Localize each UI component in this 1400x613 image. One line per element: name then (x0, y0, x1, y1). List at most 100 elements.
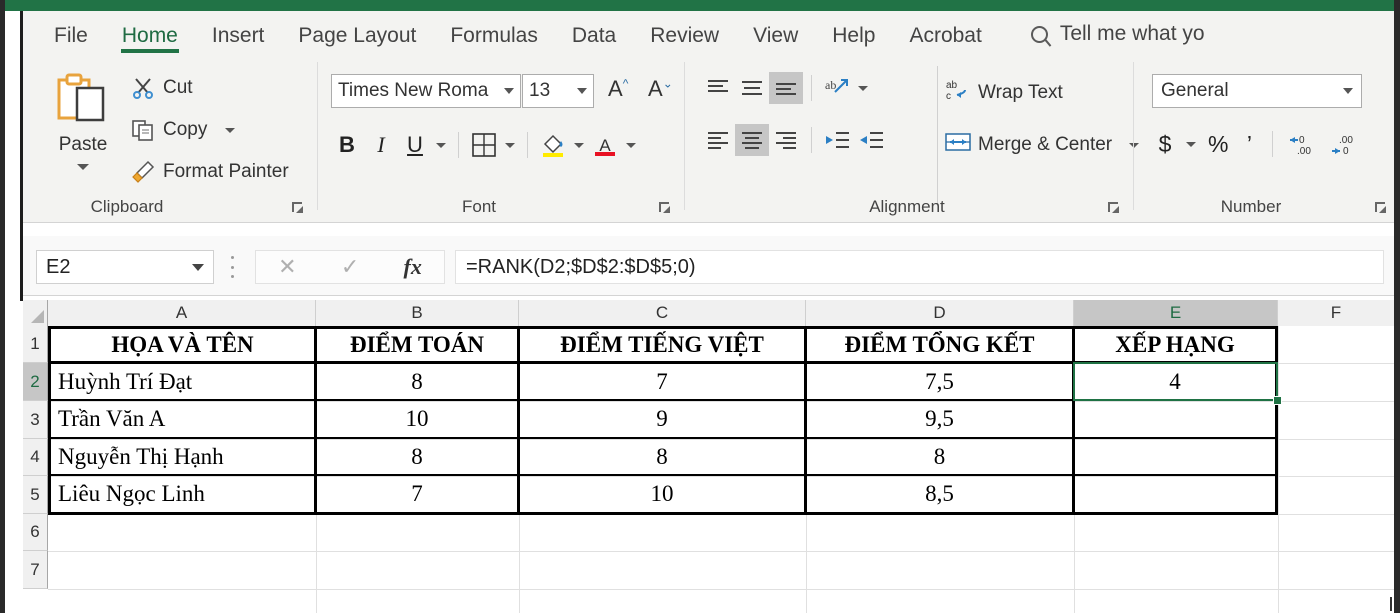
cell-d1[interactable]: ĐIỂM TỔNG KẾT (807, 328, 1072, 361)
cell-a3[interactable]: Trần Văn A (51, 401, 314, 437)
orientation-dropdown-icon[interactable] (854, 72, 872, 104)
decrease-decimal-button[interactable]: .00 0 (1323, 126, 1365, 162)
cell-c4[interactable]: 8 (520, 439, 804, 474)
column-header-a[interactable]: A (48, 300, 316, 326)
bold-button[interactable]: B (330, 128, 364, 162)
name-box-dropdown-icon[interactable] (192, 263, 204, 271)
column-header-d[interactable]: D (806, 300, 1074, 326)
cell-e5[interactable] (1075, 476, 1275, 512)
fill-handle[interactable] (1273, 396, 1282, 405)
tab-page-layout[interactable]: Page Layout (281, 25, 433, 54)
fill-color-dropdown-icon[interactable] (570, 128, 588, 162)
cell-b4[interactable]: 8 (317, 439, 517, 474)
tab-review[interactable]: Review (633, 25, 736, 54)
cell-a5[interactable]: Liêu Ngọc Linh (51, 476, 314, 512)
tab-data[interactable]: Data (555, 25, 633, 54)
font-color-dropdown-icon[interactable] (622, 128, 640, 162)
number-dialog-launcher[interactable] (1374, 201, 1388, 215)
increase-font-size-button[interactable]: A^ (608, 76, 628, 102)
align-middle-button[interactable] (735, 72, 769, 104)
cell-e4[interactable] (1075, 439, 1275, 474)
number-format-dropdown-icon[interactable] (1343, 88, 1353, 94)
cut-button[interactable]: Cut (131, 76, 193, 100)
align-bottom-button[interactable] (769, 72, 803, 104)
cell-e2[interactable]: 4 (1075, 364, 1275, 399)
row-header-3[interactable]: 3 (23, 401, 48, 439)
column-header-b[interactable]: B (316, 300, 519, 326)
cancel-formula-button[interactable]: ✕ (278, 254, 296, 280)
align-right-button[interactable] (769, 124, 803, 156)
cell-b2[interactable]: 8 (317, 364, 517, 399)
align-center-button[interactable] (735, 124, 769, 156)
alignment-dialog-launcher[interactable] (1107, 201, 1121, 215)
cell-b3[interactable]: 10 (317, 401, 517, 437)
name-box[interactable]: E2 (36, 250, 214, 284)
tab-insert[interactable]: Insert (195, 25, 282, 54)
row-header-5[interactable]: 5 (23, 476, 48, 514)
fill-color-button[interactable] (536, 128, 570, 162)
orientation-button[interactable]: ab (820, 72, 854, 104)
tab-help[interactable]: Help (815, 25, 892, 54)
cell-a7[interactable] (51, 552, 314, 588)
cell-a2[interactable]: Huỳnh Trí Đạt (51, 364, 314, 399)
borders-dropdown-icon[interactable] (501, 128, 519, 162)
cell-a6[interactable] (51, 515, 314, 550)
cell-b1[interactable]: ĐIỂM TOÁN (317, 328, 517, 361)
select-all-corner[interactable] (23, 300, 48, 326)
copy-dropdown-icon[interactable] (225, 127, 236, 133)
column-header-e[interactable]: E (1074, 300, 1278, 326)
row-header-1[interactable]: 1 (23, 326, 48, 363)
decrease-indent-button[interactable] (820, 124, 854, 156)
tab-view[interactable]: View (736, 25, 815, 54)
column-header-f[interactable]: F (1278, 300, 1394, 326)
cell-d5[interactable]: 8,5 (807, 476, 1072, 512)
paste-dropdown-icon[interactable] (77, 164, 89, 170)
font-color-button[interactable]: A (588, 128, 622, 162)
formula-input[interactable]: =RANK(D2;$D$2:$D$5;0) (455, 250, 1384, 284)
currency-button[interactable]: $ (1150, 126, 1180, 162)
align-top-button[interactable] (701, 72, 735, 104)
cell-b5[interactable]: 7 (317, 476, 517, 512)
italic-button[interactable]: I (364, 128, 398, 162)
tab-file[interactable]: File (37, 25, 105, 54)
row-header-6[interactable]: 6 (23, 514, 48, 551)
row-header-2[interactable]: 2 (23, 363, 48, 401)
cell-d3[interactable]: 9,5 (807, 401, 1072, 437)
decrease-font-size-button[interactable]: A⌄ (648, 76, 673, 102)
font-size-dropdown-icon[interactable] (577, 88, 587, 94)
tab-acrobat[interactable]: Acrobat (892, 25, 998, 54)
format-painter-button[interactable]: Format Painter (131, 160, 289, 184)
tab-formulas[interactable]: Formulas (433, 25, 555, 54)
cell-d2[interactable]: 7,5 (807, 364, 1072, 399)
insert-function-button[interactable]: fx (404, 254, 422, 280)
cell-c1[interactable]: ĐIỂM TIẾNG VIỆT (520, 328, 804, 361)
cell-a4[interactable]: Nguyễn Thị Hạnh (51, 439, 314, 474)
percent-button[interactable]: % (1202, 126, 1234, 162)
enter-formula-button[interactable]: ✓ (341, 254, 359, 280)
font-dialog-launcher[interactable] (658, 201, 672, 215)
underline-dropdown-icon[interactable] (432, 128, 450, 162)
paste-button[interactable]: Paste (45, 68, 121, 196)
cell-c5[interactable]: 10 (520, 476, 804, 512)
cell-c2[interactable]: 7 (520, 364, 804, 399)
cell-e3[interactable] (1075, 401, 1275, 437)
merge-center-button[interactable]: Merge & Center (945, 130, 1140, 160)
cell-e1[interactable]: XẾP HẠNG (1075, 328, 1275, 361)
underline-button[interactable]: U (398, 128, 432, 162)
tell-me-search[interactable]: Tell me what yo (1030, 22, 1205, 54)
row-header-7[interactable]: 7 (23, 551, 48, 589)
number-format-select[interactable]: General (1152, 74, 1362, 108)
cell-d4[interactable]: 8 (807, 439, 1072, 474)
font-name-input[interactable]: Times New Roma (331, 74, 521, 108)
align-left-button[interactable] (701, 124, 735, 156)
increase-indent-button[interactable] (854, 124, 888, 156)
font-size-input[interactable]: 13 (522, 74, 594, 108)
row-header-4[interactable]: 4 (23, 439, 48, 476)
comma-button[interactable]: ’ (1234, 126, 1264, 162)
wrap-text-button[interactable]: ab c Wrap Text (945, 78, 1063, 108)
formula-bar-grip[interactable] (230, 256, 234, 278)
currency-dropdown-icon[interactable] (1180, 126, 1202, 162)
font-name-dropdown-icon[interactable] (504, 88, 514, 94)
tab-home[interactable]: Home (105, 25, 195, 54)
cell-c3[interactable]: 9 (520, 401, 804, 437)
